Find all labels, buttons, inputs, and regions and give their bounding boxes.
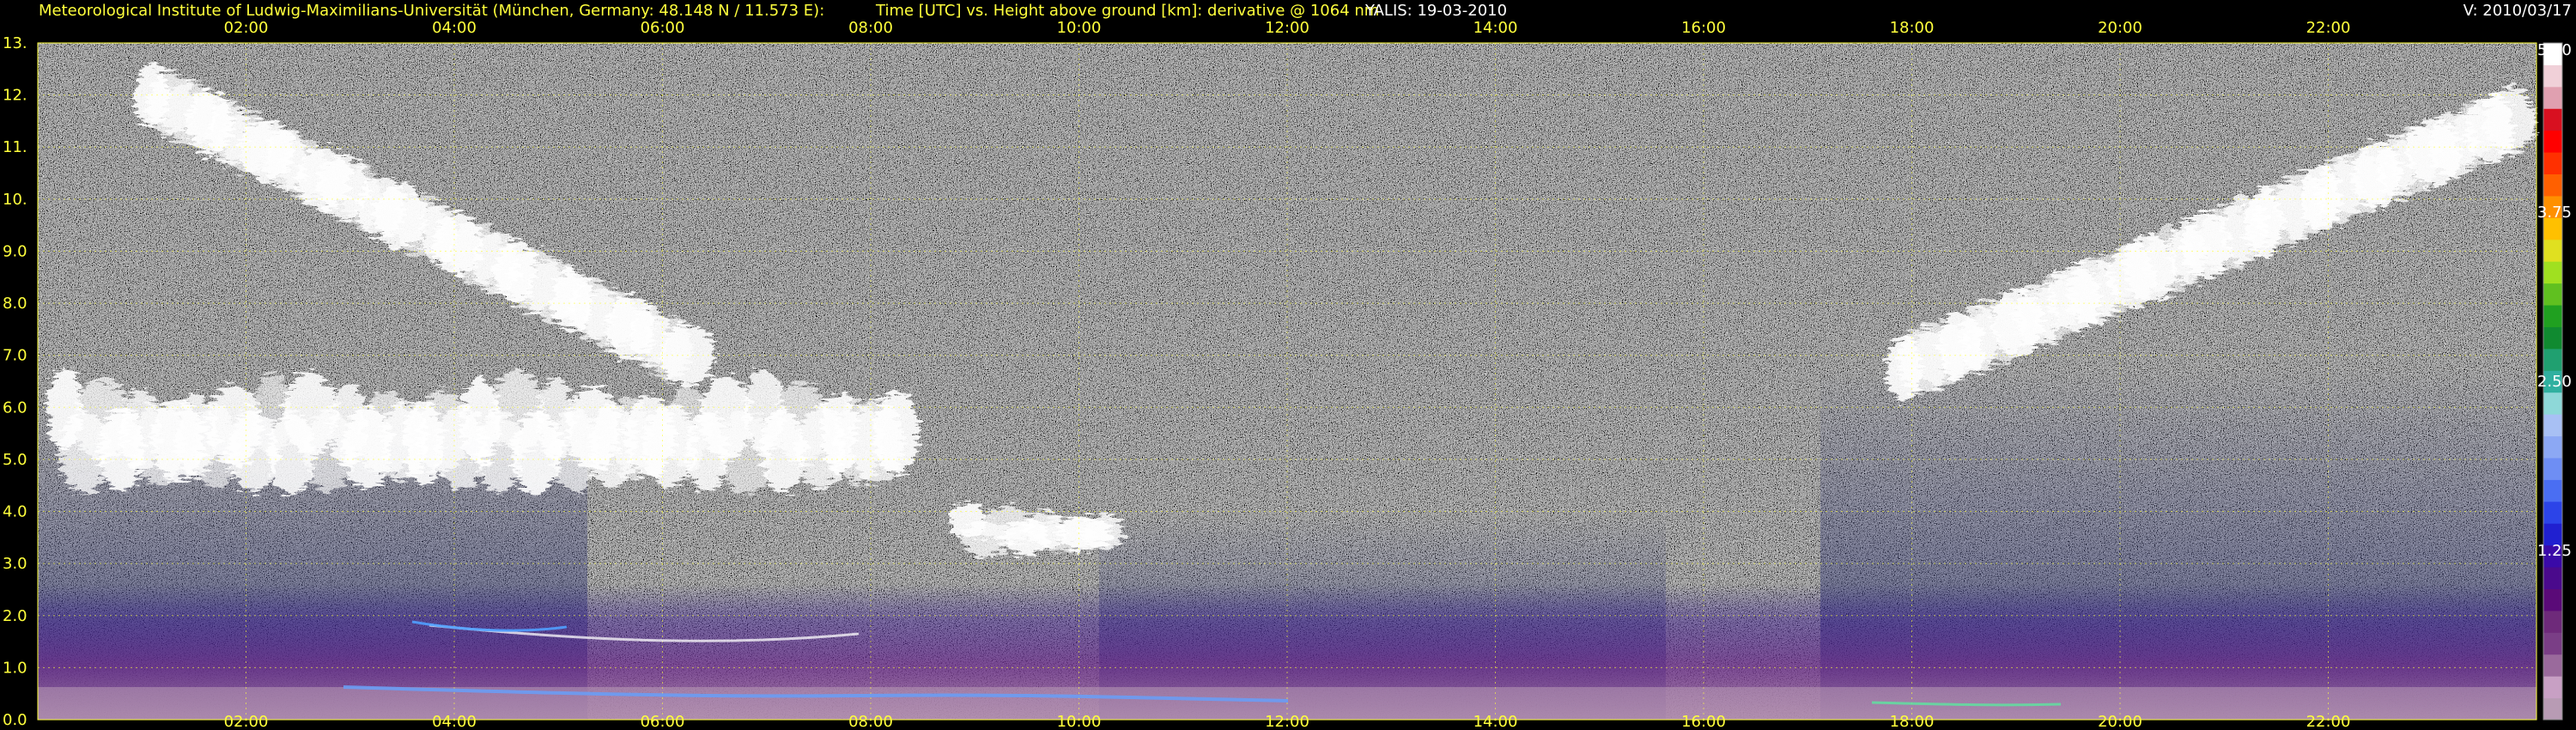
colorbar-swatch <box>2543 239 2562 262</box>
y-tick-label: 13. <box>3 34 27 52</box>
colorbar-tick-label: 2.50 <box>2537 373 2572 391</box>
lidar-figure: Meteorological Institute of Ludwig-Maxim… <box>3 2 2572 730</box>
colorbar-swatch <box>2543 64 2562 88</box>
x-tick-label-bottom: 10:00 <box>1057 713 1102 730</box>
cloud-feature <box>2483 88 2537 155</box>
y-tick-label: 3.0 <box>3 555 27 573</box>
y-tick-label: 12. <box>3 87 27 105</box>
y-tick-label: 5.0 <box>3 451 27 469</box>
x-tick-label-top: 04:00 <box>432 19 477 37</box>
y-tick-label: 8.0 <box>3 295 27 313</box>
y-tick-label: 10. <box>3 191 27 209</box>
colorbar-swatch <box>2543 108 2562 131</box>
plot-area <box>37 42 2537 721</box>
x-tick-label-top: 14:00 <box>1473 19 1518 37</box>
y-tick-label: 1.0 <box>3 659 27 677</box>
x-tick-label-top: 12:00 <box>1265 19 1309 37</box>
y-tick-label: 4.0 <box>3 503 27 521</box>
colorbar-swatch <box>2543 588 2562 611</box>
colorbar-swatch <box>2543 392 2562 415</box>
x-tick-label-bottom: 14:00 <box>1473 713 1518 730</box>
version-label: V: 2010/03/17 <box>2464 2 2572 20</box>
x-tick-label-bottom: 02:00 <box>224 713 269 730</box>
colorbar-tick-label: 3.75 <box>2537 204 2572 222</box>
y-tick-label: 7.0 <box>3 347 27 365</box>
x-tick-label-bottom: 12:00 <box>1265 713 1309 730</box>
x-tick-label-top: 20:00 <box>2098 19 2142 37</box>
colorbar-swatch <box>2543 479 2562 502</box>
x-tick-label-top: 02:00 <box>224 19 269 37</box>
colorbar-swatch <box>2543 697 2562 721</box>
x-tick-label-bottom: 16:00 <box>1681 713 1726 730</box>
colorbar-tick-label: 5.00 <box>2537 41 2572 59</box>
site-date-label: YALIS: 19-03-2010 <box>1364 2 1507 20</box>
x-tick-label-top: 10:00 <box>1057 19 1102 37</box>
x-tick-label-bottom: 04:00 <box>432 713 477 730</box>
colorbar-swatch <box>2543 283 2562 306</box>
colorbar-swatch <box>2543 305 2562 327</box>
colorbar-tick-label: 1.25 <box>2537 542 2572 560</box>
x-tick-label-bottom: 06:00 <box>641 713 685 730</box>
colorbar-swatch <box>2543 567 2562 589</box>
x-tick-label-top: 16:00 <box>1681 19 1726 37</box>
x-axis-top: 02:00 04:00 06:00 08:00 10:00 12:00 14:00 16:00… <box>224 19 2351 37</box>
y-tick-label: 9.0 <box>3 242 27 260</box>
colorbar-swatch <box>2543 501 2562 524</box>
x-tick-label-bottom: 08:00 <box>848 713 893 730</box>
colorbar-swatch <box>2543 173 2562 197</box>
y-axis: 0.0 1.0 2.0 3.0 4.0 5.0 6.0 7.0 8.0 9.0 10. 11. 12. 1… <box>3 34 27 729</box>
cloud-feature <box>872 392 920 476</box>
y-tick-label: 0.0 <box>3 711 27 729</box>
colorbar-swatch <box>2543 457 2562 480</box>
chart-title: Time [UTC] vs. Height above ground [km]:… <box>875 2 1379 20</box>
x-tick-label-top: 08:00 <box>848 19 893 37</box>
colorbar-swatch <box>2543 348 2562 371</box>
colorbar-swatch <box>2543 414 2562 437</box>
colorbar-swatch <box>2543 632 2562 655</box>
y-tick-label: 6.0 <box>3 398 27 417</box>
x-tick-label-bottom: 20:00 <box>2098 713 2142 730</box>
colorbar-swatch <box>2543 152 2562 175</box>
x-tick-label-bottom: 22:00 <box>2306 713 2351 730</box>
y-tick-label: 2.0 <box>3 607 27 625</box>
x-tick-label-top: 06:00 <box>641 19 685 37</box>
colorbar-swatch <box>2543 654 2562 677</box>
colorbar-swatch <box>2543 610 2562 633</box>
x-tick-label-top: 18:00 <box>1890 19 1935 37</box>
colorbar-swatch <box>2543 130 2562 153</box>
cloud-feature <box>1082 514 1126 551</box>
x-tick-label-bottom: 18:00 <box>1890 713 1935 730</box>
y-tick-label: 11. <box>3 138 27 156</box>
colorbar-swatch <box>2543 326 2562 350</box>
colorbar-swatch <box>2543 676 2562 699</box>
colorbar-swatch <box>2543 435 2562 459</box>
x-tick-label-top: 22:00 <box>2306 19 2351 37</box>
colorbar-swatch <box>2543 86 2562 109</box>
institute-label: Meteorological Institute of Ludwig-Maxim… <box>39 2 824 20</box>
colorbar-swatch <box>2543 261 2562 284</box>
